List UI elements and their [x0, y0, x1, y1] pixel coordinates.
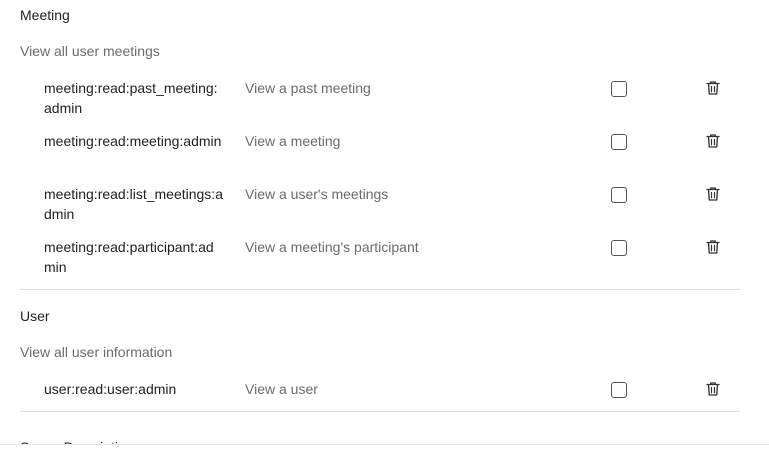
scope-description: View a meeting's participant: [245, 239, 419, 255]
section-subtitle-user: View all user information: [20, 344, 173, 360]
scope-checkbox[interactable]: [611, 134, 627, 150]
section-title-user: User: [20, 308, 50, 324]
trash-icon[interactable]: [704, 132, 722, 150]
section-divider: [20, 289, 740, 290]
trash-icon[interactable]: [704, 380, 722, 398]
scope-checkbox[interactable]: [611, 240, 627, 256]
scope-name: meeting:read:participant:admin: [44, 239, 214, 275]
scope-checkbox[interactable]: [611, 187, 627, 203]
section-title-meeting: Meeting: [20, 7, 70, 23]
scope-description: View a user's meetings: [245, 186, 389, 202]
scope-checkbox[interactable]: [611, 382, 627, 398]
user-section: User View all user information user:read…: [20, 306, 740, 412]
trash-icon[interactable]: [704, 185, 722, 203]
scopes-panel: Meeting View all user meetings meeting:r…: [0, 0, 769, 458]
scope-name: meeting:read:list_meetings:admin: [44, 186, 223, 222]
scope-description: View a past meeting: [245, 80, 371, 96]
scope-description: View a meeting: [245, 133, 341, 149]
scope-checkbox[interactable]: [611, 81, 627, 97]
section-divider: [20, 411, 740, 412]
scope-name: meeting:read:past_meeting:admin: [44, 80, 218, 116]
viewport-edge: [0, 444, 769, 445]
trash-icon[interactable]: [704, 238, 722, 256]
scope-name: meeting:read:meeting:admin: [44, 133, 222, 149]
trash-icon[interactable]: [704, 79, 722, 97]
scope-name: user:read:user:admin: [44, 381, 177, 397]
viewport-mask: [0, 445, 769, 458]
scope-description: View a user: [245, 381, 318, 397]
section-subtitle-meeting: View all user meetings: [20, 43, 160, 59]
meeting-section: Meeting View all user meetings meeting:r…: [20, 5, 740, 290]
